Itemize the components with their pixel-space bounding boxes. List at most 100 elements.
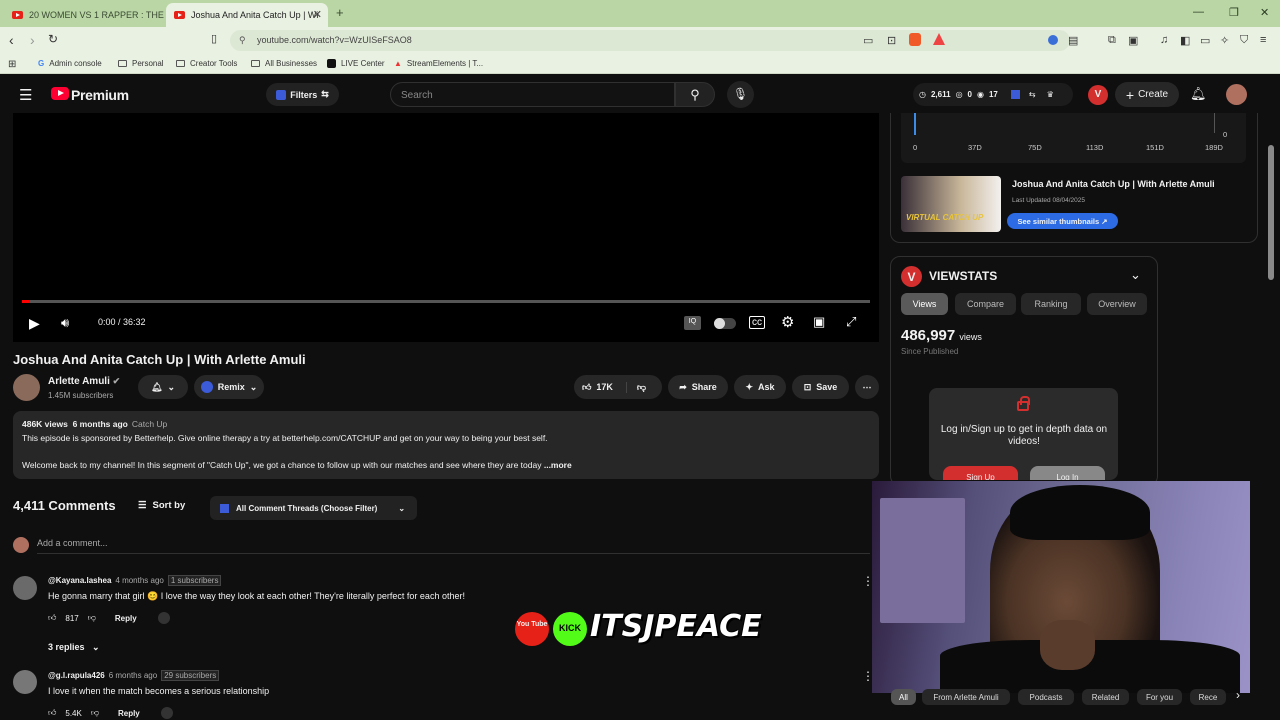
- comment-time[interactable]: 4 months ago: [115, 576, 163, 585]
- thumbs-up-icon[interactable]: 👍︎: [48, 613, 56, 623]
- channel-name[interactable]: Arlette Amuli ✔: [48, 376, 120, 387]
- tab-compare[interactable]: Compare: [955, 293, 1016, 315]
- apps-icon[interactable]: ⊞: [8, 59, 16, 70]
- account-avatar[interactable]: [1226, 84, 1247, 105]
- ai-icon[interactable]: [157, 612, 170, 624]
- close-tab-icon[interactable]: ✕: [313, 8, 322, 21]
- thumbs-down-icon[interactable]: 👎︎: [625, 381, 646, 393]
- youtube-premium-logo[interactable]: Premium: [71, 87, 129, 103]
- search-button[interactable]: ⚲: [675, 82, 715, 107]
- viewstats-ext-icon[interactable]: V: [1088, 85, 1108, 105]
- stats-bar[interactable]: ◷ 2,611 ◎ 0 ◉ 17 ⇆ ♛: [913, 83, 1073, 106]
- chip-podcasts[interactable]: Podcasts: [1018, 689, 1074, 705]
- screenshot-icon[interactable]: ⊡: [887, 34, 896, 47]
- chevron-right-icon[interactable]: ›: [1236, 688, 1240, 702]
- brave-shield-icon[interactable]: [909, 33, 921, 46]
- related-thumbnail[interactable]: [901, 176, 1001, 232]
- chip-from-channel[interactable]: From Arlette Amuli: [922, 689, 1010, 705]
- extension-icon[interactable]: ▤: [1068, 34, 1078, 47]
- volume-icon[interactable]: 🔊︎: [61, 315, 69, 331]
- chip-for-you[interactable]: For you: [1137, 689, 1182, 705]
- browser-tab-1[interactable]: 20 WOMEN VS 1 RAPPER : THE GA: [4, 3, 164, 27]
- commenter-avatar[interactable]: [13, 670, 37, 694]
- comment-filter-dropdown[interactable]: All Comment Threads (Choose Filter) ⌄: [210, 496, 417, 520]
- channel-avatar[interactable]: [13, 374, 40, 401]
- tab-views[interactable]: Views: [901, 293, 948, 315]
- comment-author[interactable]: @g.l.rapula426: [48, 671, 105, 680]
- chip-recent[interactable]: Rece: [1190, 689, 1226, 705]
- view-replies-button[interactable]: 3 replies ⌄: [48, 642, 100, 653]
- reply-button[interactable]: Reply: [115, 614, 137, 623]
- extension-icon[interactable]: ▣: [1128, 34, 1138, 47]
- bookmark-streamelements[interactable]: ▲ StreamElements | T...: [394, 59, 483, 68]
- miniplayer-icon[interactable]: ▣: [813, 314, 825, 330]
- thumbs-down-icon[interactable]: 👎︎: [91, 708, 99, 718]
- bookmark-live-center[interactable]: LIVE Center: [327, 59, 385, 68]
- forward-icon[interactable]: ›: [30, 32, 35, 48]
- browser-tab-2[interactable]: Joshua And Anita Catch Up | Wi ✕: [166, 3, 328, 27]
- maximize-icon[interactable]: ❐: [1229, 6, 1239, 19]
- chip-related[interactable]: Related: [1082, 689, 1129, 705]
- captions-icon[interactable]: cc: [749, 316, 765, 329]
- video-progress-bar[interactable]: [22, 300, 870, 303]
- ask-button[interactable]: ✦ Ask: [734, 375, 786, 399]
- ai-icon[interactable]: [160, 707, 173, 719]
- play-icon[interactable]: ▶: [29, 315, 40, 332]
- bookmark-icon[interactable]: ▯: [211, 32, 217, 45]
- thumbs-up-icon[interactable]: 👍︎: [48, 708, 56, 718]
- show-more-link[interactable]: ...more: [544, 460, 572, 470]
- notification-bell-button[interactable]: 🔔︎ ⌄: [138, 375, 188, 399]
- related-title[interactable]: Joshua And Anita Catch Up | With Arlette…: [1012, 179, 1215, 189]
- tab-ranking[interactable]: Ranking: [1021, 293, 1081, 315]
- commenter-avatar[interactable]: [13, 576, 37, 600]
- leo-icon[interactable]: ✧: [1220, 34, 1229, 47]
- bookmark-admin-console[interactable]: G Admin console: [38, 59, 102, 68]
- new-tab-button[interactable]: +: [336, 5, 344, 20]
- notifications-bell-icon[interactable]: 🔔︎: [1190, 86, 1207, 102]
- cast-icon[interactable]: ▭: [863, 34, 873, 47]
- log-in-button[interactable]: Log In: [1030, 466, 1105, 480]
- bookmark-all-businesses[interactable]: All Businesses: [251, 59, 317, 68]
- reply-button[interactable]: Reply: [118, 709, 140, 718]
- iq-ext-icon[interactable]: IQ: [684, 316, 701, 330]
- like-button[interactable]: 👍︎ 17K 👎︎: [574, 375, 662, 399]
- comment-time[interactable]: 6 months ago: [109, 671, 157, 680]
- back-icon[interactable]: ‹: [9, 32, 14, 48]
- tab-overview[interactable]: Overview: [1087, 293, 1147, 315]
- similar-thumbnails-button[interactable]: See similar thumbnails ↗: [1007, 213, 1118, 229]
- collapse-chevron-icon[interactable]: ⌄: [1130, 267, 1141, 283]
- site-info-icon[interactable]: ⚲: [239, 35, 246, 46]
- puzzle-icon[interactable]: ⧉: [1108, 34, 1116, 47]
- close-window-icon[interactable]: ✕: [1260, 6, 1269, 19]
- bookmark-creator-tools[interactable]: Creator Tools: [176, 59, 237, 68]
- filters-button[interactable]: Filters ⇆: [266, 83, 339, 106]
- description-tag[interactable]: Catch Up: [132, 419, 167, 429]
- hamburger-menu-icon[interactable]: ☰: [19, 86, 32, 104]
- comment-author[interactable]: @Kayana.lashea: [48, 576, 111, 585]
- remix-button[interactable]: Remix ⌄: [194, 375, 264, 399]
- menu-icon[interactable]: ≡: [1260, 34, 1266, 46]
- extension-icon[interactable]: [1048, 35, 1058, 45]
- minimize-icon[interactable]: —: [1193, 6, 1204, 18]
- chip-all[interactable]: All: [891, 689, 916, 705]
- wallet-icon[interactable]: ▭: [1200, 34, 1210, 47]
- save-button[interactable]: ⊡ Save: [792, 375, 849, 399]
- sidebar-icon[interactable]: ◧: [1180, 34, 1190, 47]
- sign-up-button[interactable]: Sign Up: [943, 466, 1018, 480]
- scrollbar[interactable]: [1268, 145, 1274, 280]
- music-icon[interactable]: ♫: [1160, 34, 1168, 46]
- sort-by-button[interactable]: ☰ Sort by: [138, 500, 185, 511]
- settings-gear-icon[interactable]: ⚙: [781, 313, 794, 331]
- add-comment-input[interactable]: Add a comment...: [37, 538, 108, 548]
- fullscreen-icon[interactable]: ⤢: [846, 314, 856, 330]
- autoplay-toggle[interactable]: [714, 318, 736, 329]
- share-button[interactable]: ➦ Share: [668, 375, 728, 399]
- thumbs-down-icon[interactable]: 👎︎: [88, 613, 96, 623]
- search-input[interactable]: Search: [390, 82, 675, 107]
- create-button[interactable]: + Create: [1115, 82, 1179, 107]
- vpn-icon[interactable]: ⛉: [1240, 34, 1248, 47]
- bookmark-personal[interactable]: Personal: [118, 59, 164, 68]
- youtube-logo-icon[interactable]: [51, 87, 69, 100]
- video-player[interactable]: [13, 113, 879, 342]
- more-actions-button[interactable]: ⋯: [855, 375, 879, 399]
